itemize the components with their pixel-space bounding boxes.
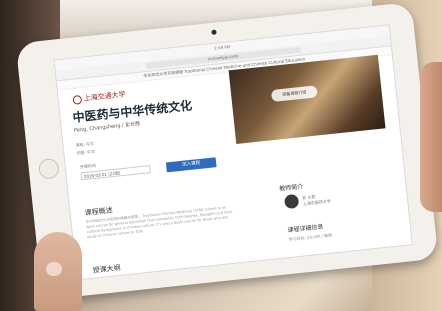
logo-seal-icon	[72, 94, 83, 105]
teacher-avatar[interactable]	[283, 193, 300, 210]
teacher-heading: 教师简介	[278, 183, 304, 193]
play-intro-button[interactable]: 观看课程介绍	[270, 85, 318, 103]
enroll-date-label: 开课时间	[79, 162, 97, 170]
enroll-button[interactable]: 加入课程	[165, 157, 217, 173]
tablet-screen: 2:49 PM m.lovelyip.com 华东师范大学开放课程 Tradit…	[53, 24, 413, 281]
overview-heading: 课程概述	[84, 206, 113, 218]
details-heading: 课程详细信息	[287, 223, 324, 235]
syllabus-heading: 授课大纲	[92, 263, 122, 275]
logo-text: 上海交通大学	[83, 90, 126, 103]
thumbnail-nail	[46, 262, 62, 276]
course-meta-language: 课程: 中文	[75, 140, 95, 148]
university-logo[interactable]: 上海交通大学	[72, 89, 126, 105]
course-meta-term: 学期: 中文	[76, 148, 96, 156]
right-hand	[420, 62, 442, 212]
course-hero-image[interactable]: 观看课程介绍	[228, 54, 386, 144]
front-camera-icon	[211, 29, 217, 35]
details-hint: 学习时长: 22小时 / 每周	[288, 232, 333, 243]
home-button[interactable]	[37, 157, 60, 180]
